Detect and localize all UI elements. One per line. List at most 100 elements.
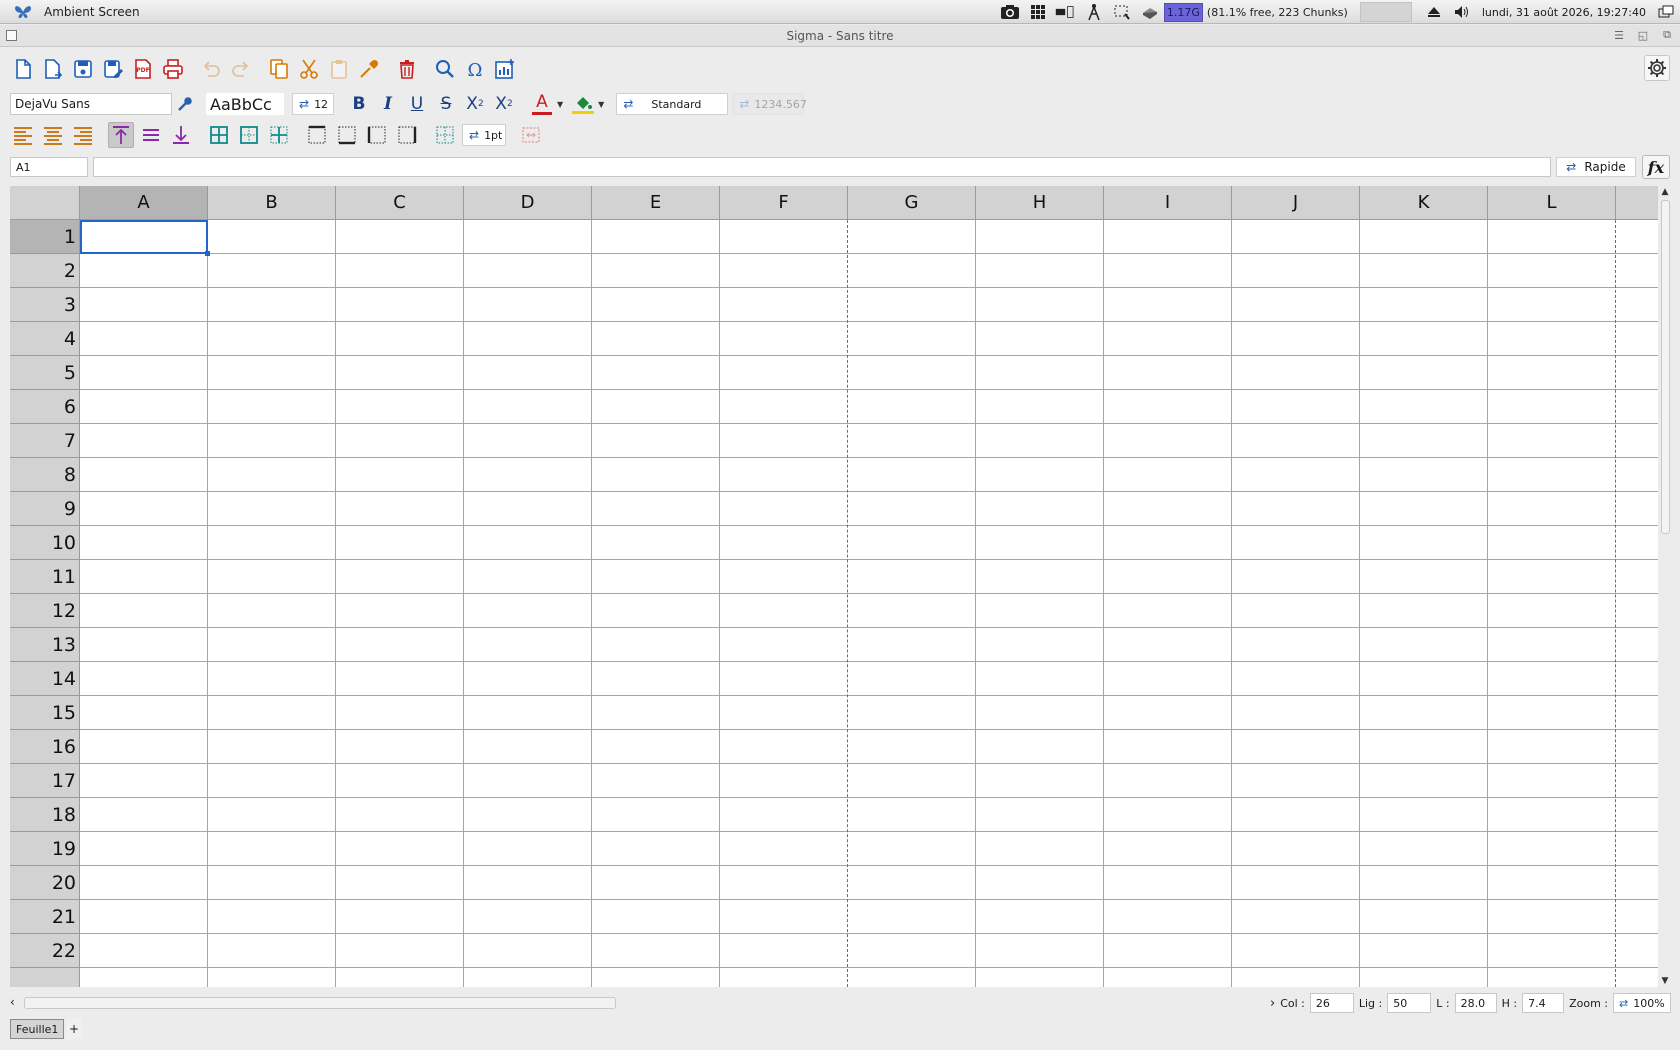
column-header-partial[interactable]: [1616, 186, 1658, 220]
vertical-scrollbar[interactable]: ▲ ▼: [1658, 186, 1672, 987]
app-grid-icon[interactable]: [1027, 2, 1049, 22]
fill-handle[interactable]: [205, 251, 210, 256]
row-header[interactable]: 21: [10, 900, 80, 934]
column-header[interactable]: H: [976, 186, 1104, 220]
scroll-up-icon[interactable]: ▲: [1658, 186, 1672, 198]
redo-button[interactable]: [228, 56, 254, 82]
network-antenna-icon[interactable]: [1083, 2, 1105, 22]
font-name-combo[interactable]: DejaVu Sans: [10, 93, 172, 115]
insert-chart-button[interactable]: [492, 56, 518, 82]
border-top-button[interactable]: [304, 122, 330, 148]
row-header[interactable]: 22: [10, 934, 80, 968]
row-header[interactable]: 20: [10, 866, 80, 900]
storage-icon[interactable]: [1139, 2, 1161, 22]
fill-color-dropdown-icon[interactable]: ▼: [598, 100, 604, 109]
copy-button[interactable]: [266, 56, 292, 82]
chevron-right-icon[interactable]: ›: [1270, 996, 1275, 1011]
column-header[interactable]: C: [336, 186, 464, 220]
strikethrough-button[interactable]: S: [433, 91, 459, 117]
window-list-icon[interactable]: [1655, 2, 1677, 22]
cell-height-field[interactable]: 7.4: [1522, 993, 1565, 1013]
column-header[interactable]: E: [592, 186, 720, 220]
align-right-button[interactable]: [70, 122, 96, 148]
zoom-combo[interactable]: ⇄ 100%: [1613, 993, 1671, 1013]
select-all-corner[interactable]: [10, 186, 80, 220]
memory-indicator[interactable]: 1.17G (81.1% free, 223 Chunks): [1163, 2, 1352, 22]
border-left-button[interactable]: [364, 122, 390, 148]
bold-button[interactable]: B: [346, 91, 372, 117]
underline-button[interactable]: U: [404, 91, 430, 117]
border-bottom-button[interactable]: [334, 122, 360, 148]
text-color-dropdown-icon[interactable]: ▼: [557, 100, 563, 109]
horizontal-scrollbar[interactable]: [24, 997, 616, 1009]
row-header[interactable]: 13: [10, 628, 80, 662]
column-header[interactable]: B: [208, 186, 336, 220]
function-wizard-button[interactable]: fx: [1642, 155, 1670, 179]
open-document-button[interactable]: [40, 56, 66, 82]
eject-icon[interactable]: [1423, 2, 1445, 22]
borders-inner-button[interactable]: [266, 122, 292, 148]
merge-cells-button[interactable]: [518, 122, 544, 148]
row-header[interactable]: 11: [10, 560, 80, 594]
text-color-button[interactable]: A: [530, 91, 554, 117]
column-header[interactable]: J: [1232, 186, 1360, 220]
align-bottom-button[interactable]: [168, 122, 194, 148]
row-header[interactable]: 6: [10, 390, 80, 424]
restore-icon[interactable]: ⧉: [1660, 28, 1674, 42]
row-header[interactable]: 4: [10, 322, 80, 356]
cell-reference-field[interactable]: A1: [10, 157, 88, 177]
window-titlebar[interactable]: Sigma - Sans titre ☰ ◱ ⧉: [0, 25, 1680, 47]
fill-color-button[interactable]: [571, 91, 595, 117]
cut-button[interactable]: [296, 56, 322, 82]
row-header[interactable]: 15: [10, 696, 80, 730]
format-painter-button[interactable]: [356, 56, 382, 82]
column-header[interactable]: L: [1488, 186, 1616, 220]
font-picker-icon[interactable]: [176, 91, 194, 117]
col-count-field[interactable]: 26: [1309, 993, 1354, 1013]
paste-button[interactable]: [326, 56, 352, 82]
delete-button[interactable]: [394, 56, 420, 82]
italic-button[interactable]: I: [375, 91, 401, 117]
row-header[interactable]: 3: [10, 288, 80, 322]
spreadsheet-grid[interactable]: A B C D E F G H I J K L 1 2 3 4 5 6 7 8 9 10 11 12 13 14 15 16 17 18 1…: [10, 186, 1658, 987]
battery-icon[interactable]: [1055, 2, 1077, 22]
borders-all-button[interactable]: [206, 122, 232, 148]
row-header[interactable]: 8: [10, 458, 80, 492]
volume-icon[interactable]: [1451, 2, 1473, 22]
cell-width-field[interactable]: 28.0: [1454, 993, 1497, 1013]
clock[interactable]: lundi, 31 août 2026, 19:27:40: [1482, 6, 1646, 19]
vertical-scroll-thumb[interactable]: [1661, 200, 1670, 534]
search-button[interactable]: [432, 56, 458, 82]
font-size-combo[interactable]: ⇄ 12: [292, 93, 334, 115]
align-center-button[interactable]: [40, 122, 66, 148]
row-header[interactable]: 2: [10, 254, 80, 288]
export-pdf-button[interactable]: PDF: [130, 56, 156, 82]
align-top-button[interactable]: [108, 122, 134, 148]
row-header[interactable]: 18: [10, 798, 80, 832]
row-header[interactable]: 19: [10, 832, 80, 866]
shade-icon[interactable]: ☰: [1612, 28, 1626, 42]
print-button[interactable]: [160, 56, 186, 82]
subscript-button[interactable]: X2: [491, 91, 517, 117]
settings-button[interactable]: [1644, 55, 1670, 81]
butterfly-logo-icon[interactable]: [12, 1, 34, 23]
row-header[interactable]: 17: [10, 764, 80, 798]
save-as-button[interactable]: [100, 56, 126, 82]
row-header[interactable]: 10: [10, 526, 80, 560]
align-left-button[interactable]: [10, 122, 36, 148]
borders-outer-button[interactable]: [236, 122, 262, 148]
border-width-combo[interactable]: ⇄ 1pt: [462, 124, 506, 146]
formula-input[interactable]: [93, 157, 1551, 177]
number-format-combo[interactable]: ⇄ Standard: [616, 93, 729, 115]
number-sample-combo[interactable]: ⇄ 1234.567: [732, 93, 807, 115]
row-header[interactable]: 7: [10, 424, 80, 458]
row-header-partial[interactable]: [10, 968, 80, 987]
scroll-down-icon[interactable]: ▼: [1658, 975, 1672, 987]
row-header[interactable]: 5: [10, 356, 80, 390]
sheet-tab[interactable]: Feuille1: [10, 1019, 65, 1039]
undo-button[interactable]: [198, 56, 224, 82]
column-header[interactable]: A: [80, 186, 208, 220]
border-none-button[interactable]: [432, 122, 458, 148]
column-header[interactable]: F: [720, 186, 848, 220]
row-header[interactable]: 16: [10, 730, 80, 764]
